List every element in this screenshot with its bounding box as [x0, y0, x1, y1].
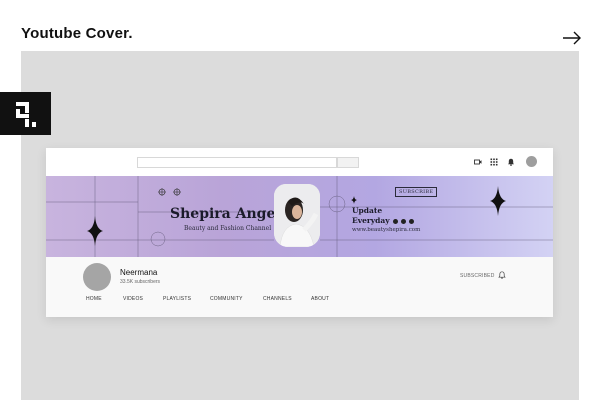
tab-community[interactable]: COMMUNITY	[210, 296, 243, 302]
subscribe-tag: SUBSCRIBE	[395, 187, 438, 197]
bell-icon[interactable]	[507, 158, 515, 166]
banner-title: Shepira Angel	[170, 206, 281, 222]
instagram-icon	[393, 219, 398, 224]
portrait-image	[274, 184, 320, 247]
social-icons	[393, 219, 414, 224]
update-line-1: Update	[352, 206, 383, 215]
avatar[interactable]	[526, 156, 537, 167]
bell-icon[interactable]	[498, 271, 506, 279]
tab-home[interactable]: HOME	[86, 296, 102, 302]
channel-name: Neermana	[120, 268, 158, 277]
tab-videos[interactable]: VIDEOS	[123, 296, 143, 302]
banner-tagline: Beauty and Fashion Channel	[184, 225, 272, 232]
channel-avatar[interactable]	[83, 263, 111, 291]
subscribed-button[interactable]: SUBSCRIBED	[460, 273, 495, 279]
youtube-channel-mockup: Shepira Angel Beauty and Fashion Channel…	[46, 148, 553, 317]
channel-banner: Shepira Angel Beauty and Fashion Channel…	[46, 176, 553, 257]
banner-url: www.beautyshepira.com	[352, 227, 421, 233]
apps-grid-icon[interactable]	[490, 158, 498, 166]
facebook-icon	[401, 219, 406, 224]
subscriber-count: 33.5K subscribers	[120, 279, 161, 285]
update-text: Update Everyday	[352, 206, 390, 226]
search-button[interactable]	[337, 157, 359, 168]
tab-about[interactable]: ABOUT	[311, 296, 329, 302]
video-camera-icon[interactable]	[474, 158, 482, 166]
search-input[interactable]	[137, 157, 337, 168]
update-line-2: Everyday	[352, 216, 390, 225]
page-title: Youtube Cover.	[21, 25, 133, 42]
youtube-topbar	[46, 148, 553, 176]
twitter-icon	[409, 219, 414, 224]
arrow-right-icon[interactable]	[562, 30, 582, 46]
brand-logo	[0, 92, 51, 135]
profile-photo	[274, 184, 320, 247]
tab-channels[interactable]: CHANNELS	[263, 296, 292, 302]
tab-playlists[interactable]: PLAYLISTS	[163, 296, 191, 302]
